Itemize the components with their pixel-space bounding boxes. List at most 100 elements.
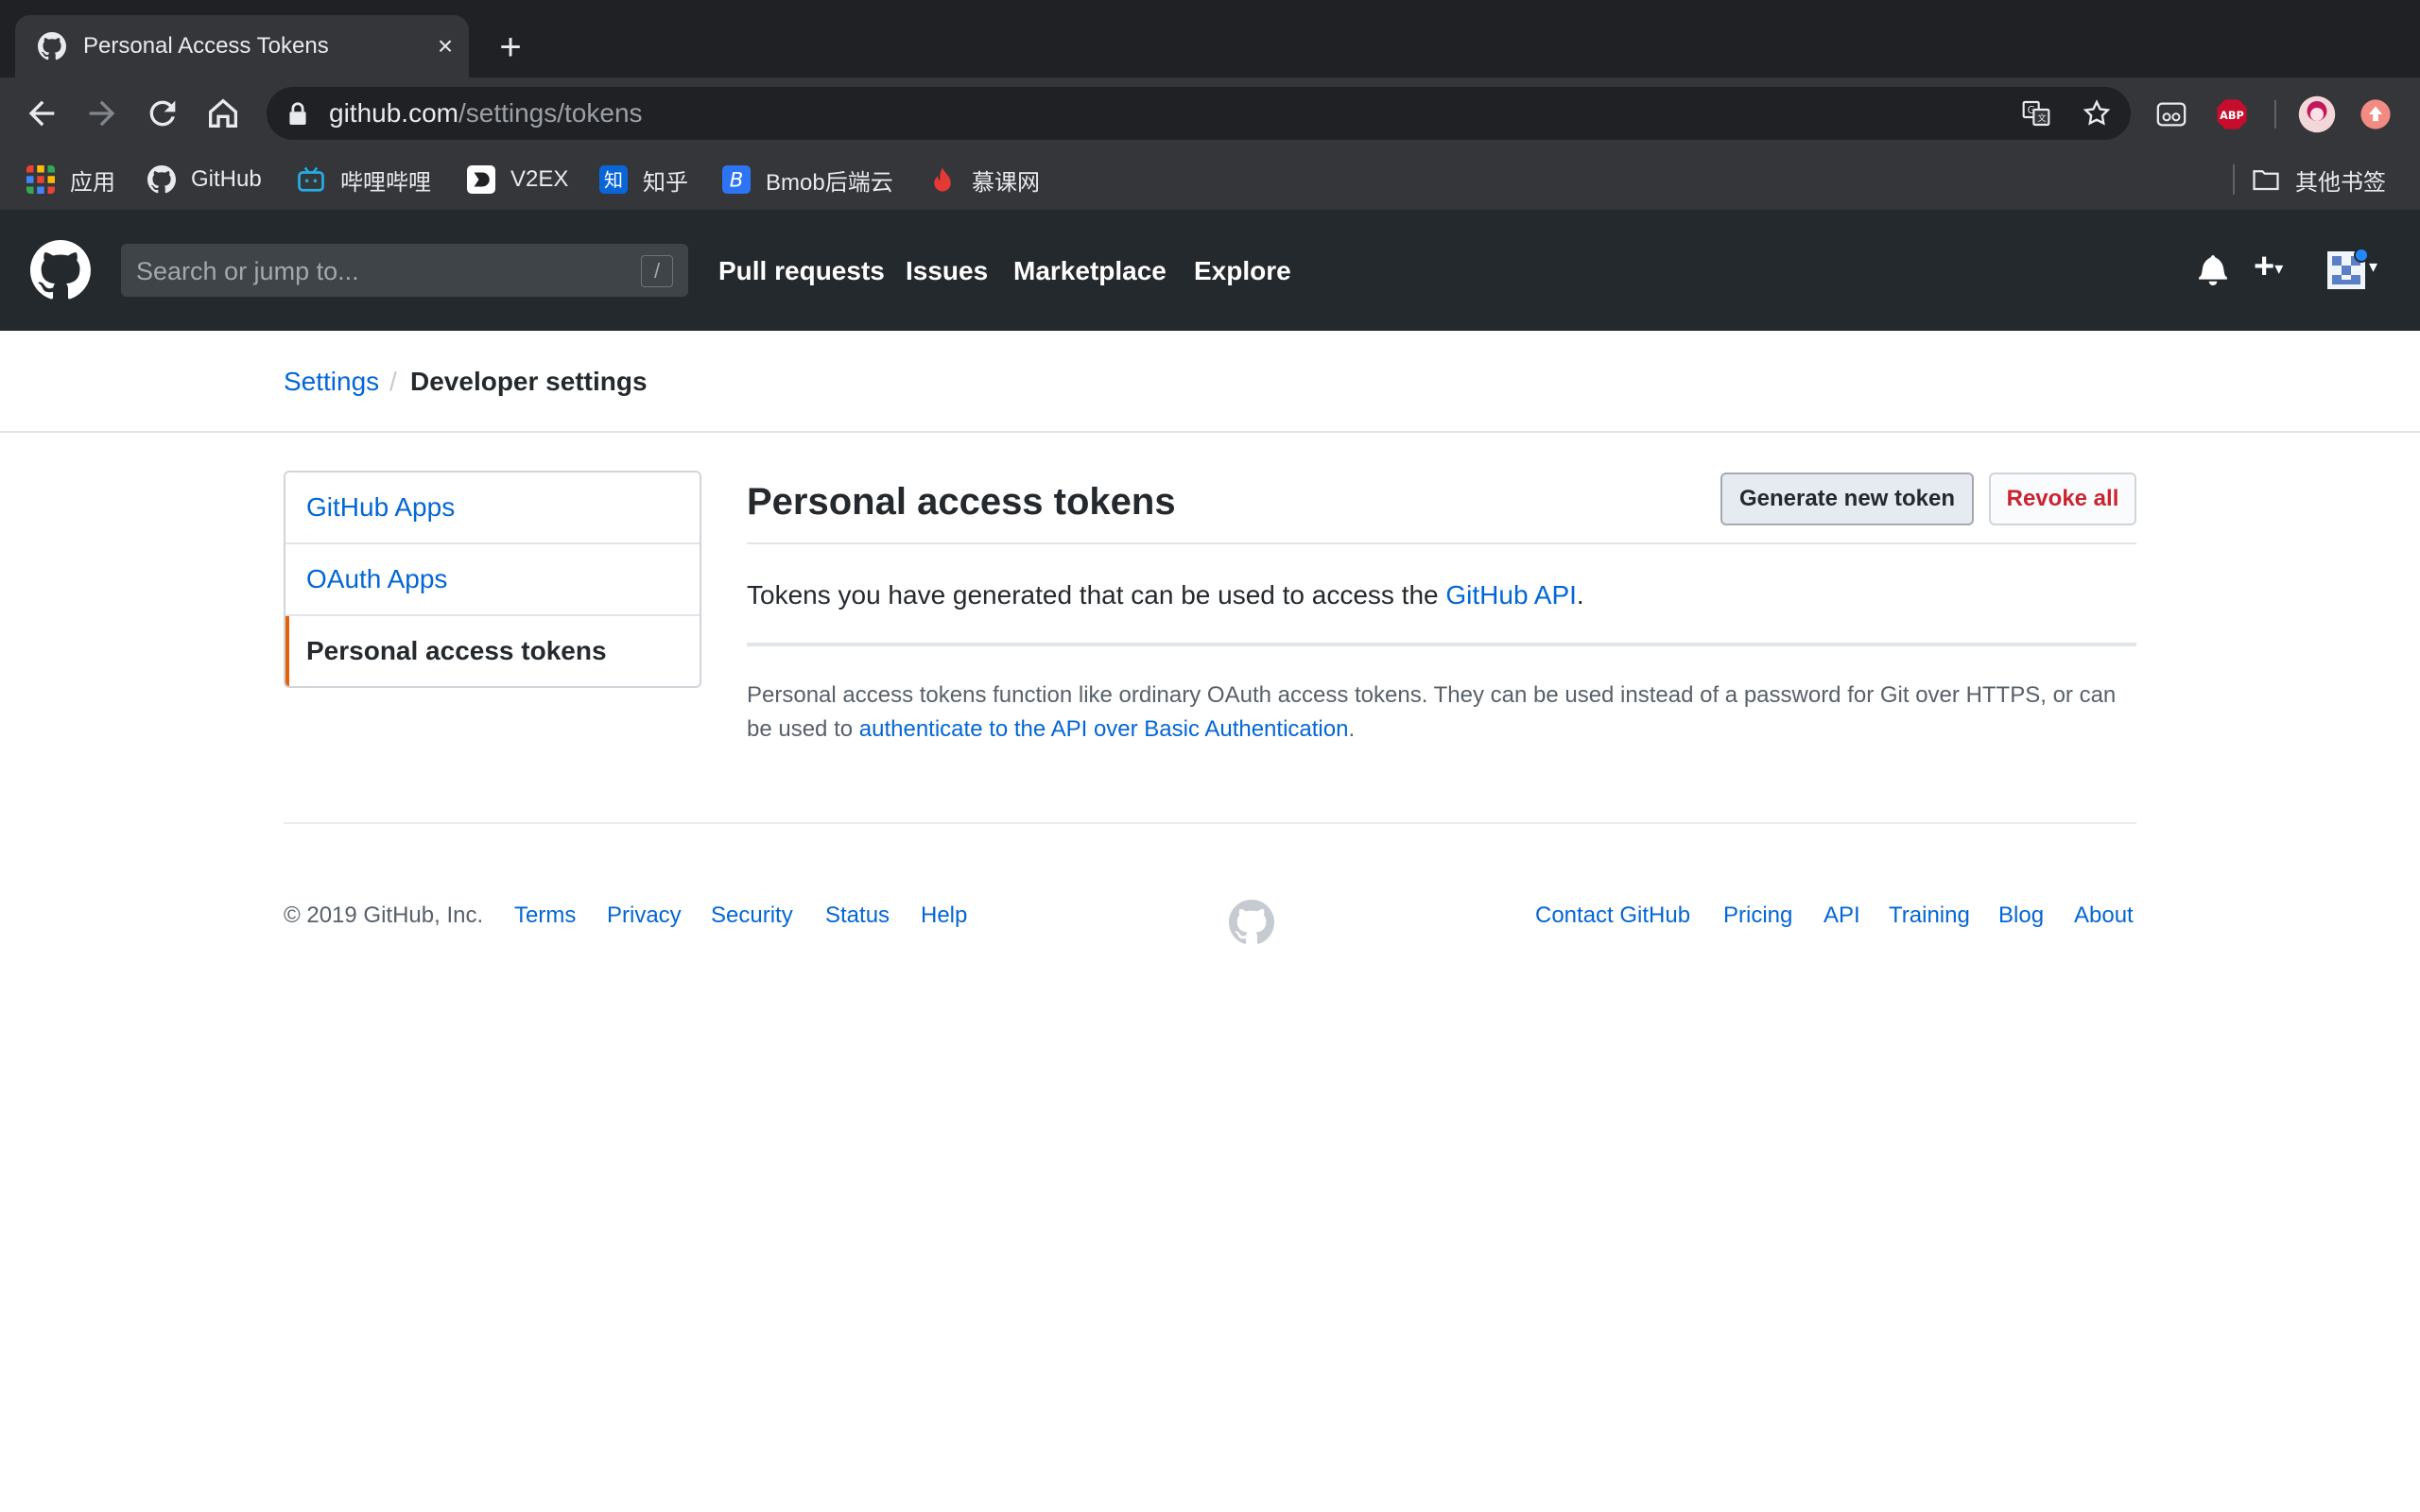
menu-item-github-apps[interactable]: GitHub Apps: [285, 472, 700, 544]
back-arrow-icon[interactable]: [23, 94, 60, 132]
footer-divider: [284, 822, 2136, 824]
search-placeholder: Search or jump to...: [136, 257, 359, 285]
home-icon[interactable]: [204, 94, 242, 132]
tokens-note: Personal access tokens function like ord…: [747, 682, 2117, 742]
reader-icon[interactable]: [2155, 98, 2187, 130]
v2ex-icon: [467, 165, 495, 194]
footer-copyright: © 2019 GitHub, Inc.: [284, 902, 484, 928]
browser-toolbar: github.com/settings/tokens G 文 ABP: [0, 77, 2420, 149]
caret-down-icon: ▾: [2369, 257, 2378, 276]
bookmark-label: 知乎: [643, 169, 688, 196]
avatar-dropdown[interactable]: ▾: [2327, 248, 2384, 289]
bookmark-bilibili[interactable]: 哔哩哔哩: [297, 163, 431, 197]
footer-link-status[interactable]: Status: [825, 900, 890, 932]
svg-text:文: 文: [2037, 112, 2046, 124]
bookmark-label: 应用: [70, 169, 115, 196]
bilibili-icon: [298, 166, 324, 192]
bookmark-apps[interactable]: 应用: [26, 163, 115, 197]
close-tab-icon[interactable]: ×: [431, 32, 459, 60]
plus-dropdown-icon[interactable]: +▾: [2254, 248, 2303, 285]
bookmarks-divider: [2233, 164, 2235, 195]
translate-icon[interactable]: G 文: [2021, 98, 2051, 129]
adblock-plus-icon[interactable]: ABP: [2216, 98, 2248, 130]
nav-explore[interactable]: Explore: [1194, 255, 1291, 287]
svg-text:B: B: [730, 169, 744, 193]
browser-tab-active[interactable]: Personal Access Tokens ×: [15, 15, 469, 77]
bookmark-other[interactable]: 其他书签: [2252, 163, 2386, 197]
github-logo-icon[interactable]: [30, 240, 91, 301]
svg-text:知: 知: [604, 169, 623, 192]
toolbar-divider: [2274, 100, 2276, 129]
footer-link-security[interactable]: Security: [711, 900, 793, 932]
breadcrumb-separator: /: [389, 367, 397, 396]
footer-link-api[interactable]: API: [1824, 900, 1860, 932]
bmob-icon: B: [722, 165, 751, 194]
menu-item-label: Personal access tokens: [306, 636, 607, 665]
github-api-link[interactable]: GitHub API: [1445, 580, 1577, 610]
github-footer-logo-icon[interactable]: [1229, 900, 1274, 945]
browser-tabstrip: Personal Access Tokens × +: [0, 0, 2420, 77]
star-icon[interactable]: [2082, 98, 2112, 129]
intro-text: Tokens you have generated that can be us…: [747, 580, 1584, 610]
bookmark-label: 哔哩哔哩: [340, 169, 431, 196]
github-header: Search or jump to... / Pull requests Iss…: [0, 210, 2420, 331]
profile-avatar[interactable]: [2297, 94, 2337, 134]
nav-marketplace[interactable]: Marketplace: [1013, 255, 1167, 287]
svg-text:ABP: ABP: [2220, 109, 2244, 122]
generate-new-token-button[interactable]: Generate new token: [1720, 472, 1974, 525]
basic-auth-link[interactable]: authenticate to the API over Basic Authe…: [859, 716, 1349, 742]
reload-icon[interactable]: [144, 94, 182, 132]
bookmark-label: V2EX: [510, 166, 569, 192]
page-title: Personal access tokens: [747, 481, 1176, 523]
footer-link-blog[interactable]: Blog: [1998, 900, 2044, 932]
footer-link-help[interactable]: Help: [921, 900, 967, 932]
bookmark-github[interactable]: GitHub: [147, 163, 262, 197]
bookmark-label: GitHub: [191, 166, 262, 192]
footer-link-terms[interactable]: Terms: [514, 900, 576, 932]
address-bar[interactable]: github.com/settings/tokens G 文: [267, 87, 2131, 140]
revoke-all-button[interactable]: Revoke all: [1989, 472, 2136, 525]
zhihu-icon: 知: [599, 165, 628, 194]
subhead: Personal access tokens Generate new toke…: [747, 471, 2136, 544]
svg-text:G: G: [2028, 104, 2035, 116]
folder-icon: [2253, 170, 2279, 191]
bookmark-label: Bmob后端云: [766, 169, 893, 196]
apps-grid-icon: [26, 165, 55, 194]
bookmark-label: 慕课网: [972, 169, 1040, 196]
bookmarks-bar: 应用 GitHub 哔哩哔哩 V2EX 知 知乎 B Bmob后端云 慕课网 其…: [0, 149, 2420, 210]
developer-settings-menu: GitHub Apps OAuth Apps Personal access t…: [284, 471, 701, 688]
footer-link-privacy[interactable]: Privacy: [607, 900, 682, 932]
github-favicon-icon: [38, 32, 66, 60]
search-shortcut-key: /: [641, 255, 673, 287]
breadcrumb-current: Developer settings: [410, 367, 648, 396]
new-tab-plus-icon[interactable]: +: [492, 28, 529, 66]
selected-indicator: [285, 616, 289, 686]
bookmark-zhihu[interactable]: 知 知乎: [599, 163, 688, 197]
bookmark-v2ex[interactable]: V2EX: [467, 163, 568, 197]
footer-link-pricing[interactable]: Pricing: [1723, 900, 1792, 932]
menu-item-label: GitHub Apps: [306, 492, 456, 522]
menu-item-personal-access-tokens[interactable]: Personal access tokens: [285, 616, 700, 686]
bookmark-imooc[interactable]: 慕课网: [928, 163, 1040, 197]
tab-title: Personal Access Tokens: [83, 33, 329, 59]
bell-icon[interactable]: [2199, 253, 2227, 285]
github-icon: [147, 165, 176, 194]
url-text: github.com/settings/tokens: [329, 98, 643, 128]
update-icon[interactable]: [2360, 98, 2392, 130]
search-input[interactable]: Search or jump to... /: [121, 244, 688, 297]
forward-arrow-icon[interactable]: [83, 94, 121, 132]
nav-issues[interactable]: Issues: [906, 255, 988, 287]
menu-item-label: OAuth Apps: [306, 564, 448, 593]
bookmark-label: 其他书签: [2295, 169, 2386, 196]
footer-link-training[interactable]: Training: [1889, 900, 1970, 932]
menu-item-oauth-apps[interactable]: OAuth Apps: [285, 544, 700, 616]
lock-icon: [289, 102, 306, 125]
footer-link-about[interactable]: About: [2074, 900, 2134, 932]
breadcrumb-settings-link[interactable]: Settings: [284, 365, 379, 399]
bookmark-bmob[interactable]: B Bmob后端云: [722, 163, 893, 197]
breadcrumb: Settings / Developer settings: [0, 331, 2420, 433]
content-divider: [747, 643, 2136, 646]
imooc-icon: [934, 167, 951, 192]
nav-pull-requests[interactable]: Pull requests: [718, 255, 885, 287]
footer-link-contact[interactable]: Contact GitHub: [1535, 900, 1690, 932]
